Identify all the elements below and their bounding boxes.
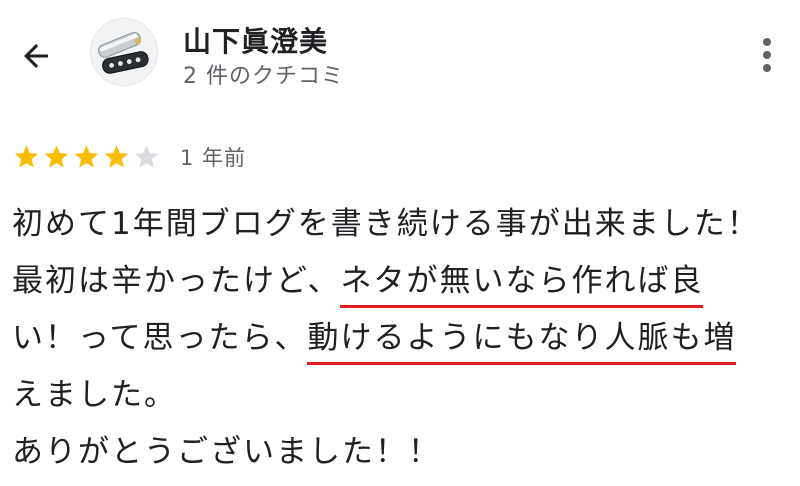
review-time: 1 年前 [180, 146, 247, 170]
review-text-segment: ありがとうございました！！ [12, 434, 441, 470]
reviewer-name[interactable]: 山下眞澄美 [183, 20, 328, 60]
review-text-segment: えました。 [12, 377, 177, 413]
underlined-text-segment: 動けるようにもなり人脈も増 [307, 320, 737, 365]
review-text: 初めて1年間ブログを書き続ける事が出来ました！ 最初は辛かったけど、ネタが無いなら… [12, 196, 792, 481]
back-button[interactable] [14, 34, 58, 78]
review-text-segment: 最初は辛かったけど、 [12, 263, 341, 299]
more-vert-icon [763, 38, 771, 72]
star-filled-icon [44, 145, 69, 168]
review-line: えました。 [12, 367, 792, 424]
star-filled-icon [104, 145, 129, 168]
star-rating [12, 143, 162, 171]
review-line: ありがとうございました！！ [12, 424, 792, 481]
review-line: 初めて1年間ブログを書き続ける事が出来ました！ [12, 196, 792, 253]
reviewer-header: 山下眞澄美 2 件のクチコミ [0, 0, 800, 100]
star-empty-icon [134, 145, 159, 168]
more-options-button[interactable] [752, 32, 782, 78]
review-text-segment: 初めて1年間ブログを書き続ける事が出来ました！ [12, 206, 760, 242]
avatar[interactable] [90, 18, 158, 86]
review-line: 最初は辛かったけど、ネタが無いなら作れば良 [12, 253, 792, 310]
star-filled-icon [14, 145, 39, 168]
arrow-back-icon [24, 44, 48, 68]
star-filled-icon [74, 145, 99, 168]
underlined-text-segment: ネタが無いなら作れば良 [340, 263, 704, 308]
rating-row: 1 年前 [12, 142, 246, 172]
review-line: い！って思ったら、動けるようにもなり人脈も増 [12, 310, 792, 367]
rings-photo [91, 19, 157, 85]
review-text-segment: い！って思ったら、 [12, 320, 308, 356]
reviewer-review-count: 2 件のクチコミ [183, 64, 344, 89]
